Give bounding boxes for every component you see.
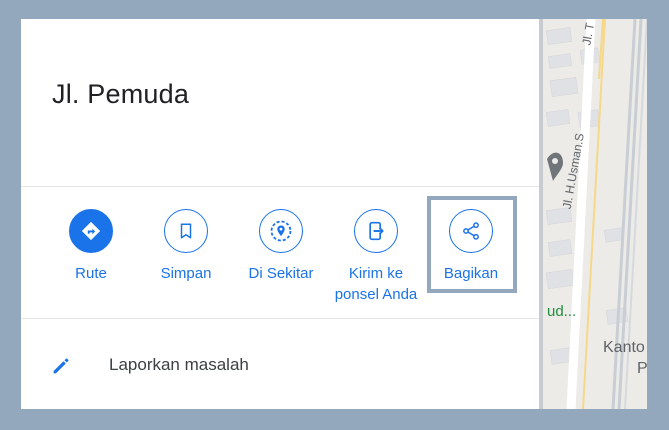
pencil-icon bbox=[53, 358, 69, 374]
save-circle[interactable] bbox=[164, 209, 208, 253]
divider bbox=[21, 318, 539, 319]
app-window: Jl. Pemuda Rute Simpan Di Sekitar Kirim … bbox=[21, 19, 647, 409]
nearby-icon bbox=[270, 220, 292, 242]
map-preview[interactable]: Jl. H.Usman.S Jl. T ud... Kanto P bbox=[539, 19, 647, 409]
share-highlight-box bbox=[427, 196, 517, 293]
save-button[interactable]: Simpan bbox=[138, 209, 234, 284]
save-label: Simpan bbox=[160, 265, 212, 282]
place-panel: Jl. Pemuda Rute Simpan Di Sekitar Kirim … bbox=[21, 19, 539, 409]
map-place-label: P bbox=[637, 360, 647, 377]
divider bbox=[21, 186, 539, 187]
send-to-phone-button[interactable]: Kirim ke ponsel Anda bbox=[328, 209, 424, 305]
map-poi-label: ud... bbox=[547, 303, 577, 320]
nearby-label: Di Sekitar bbox=[248, 265, 314, 282]
send-to-phone-label: Kirim ke ponsel Anda bbox=[334, 265, 418, 303]
directions-icon bbox=[81, 221, 101, 241]
nearby-circle[interactable] bbox=[259, 209, 303, 253]
directions-circle[interactable] bbox=[69, 209, 113, 253]
map-place-label: Kanto bbox=[603, 339, 645, 356]
report-problem-row[interactable]: Laporkan masalah bbox=[21, 339, 539, 391]
directions-label: Rute bbox=[75, 265, 107, 282]
nearby-button[interactable]: Di Sekitar bbox=[233, 209, 329, 284]
place-title: Jl. Pemuda bbox=[52, 79, 190, 109]
send-to-phone-icon bbox=[369, 221, 384, 241]
bookmark-icon bbox=[180, 223, 192, 239]
send-to-phone-circle[interactable] bbox=[354, 209, 398, 253]
directions-button[interactable]: Rute bbox=[43, 209, 139, 284]
report-problem-label: Laporkan masalah bbox=[109, 355, 249, 374]
